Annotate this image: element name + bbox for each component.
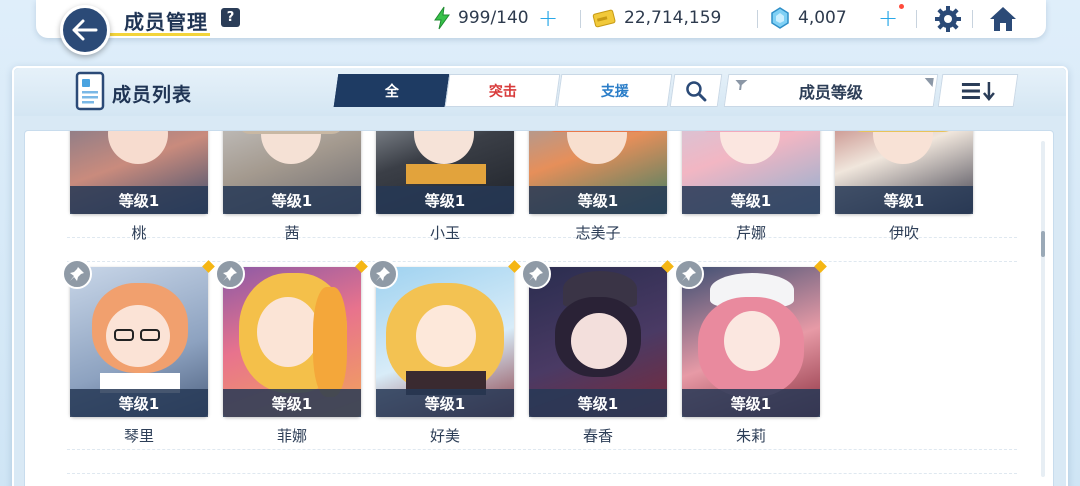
row-divider [67,449,1017,450]
gem-icon [771,7,789,29]
member-name: 菲娜 [276,427,307,445]
stamina-display: 999/140 [432,4,529,32]
member-name: 好美 [429,427,460,445]
member-name: 朱莉 [735,427,766,445]
sort-label: 成员等级 [798,82,863,102]
stamina-value: 999/140 [458,8,529,28]
scrollbar-track[interactable] [1041,141,1045,477]
search-button[interactable] [669,74,723,107]
filter-icon [735,80,748,90]
sort-order-button[interactable] [937,74,1019,107]
level-badge: 等级1 [376,186,514,214]
member-name: 琴里 [123,427,154,445]
level-badge: 等级1 [529,186,667,214]
title-underline [110,33,210,36]
divider [580,10,581,28]
back-button[interactable] [60,5,110,55]
add-gems-button[interactable]: + [878,6,898,30]
member-card-xiaoyu[interactable]: 等级1 小玉 [376,131,514,242]
credits-display: 22,714,159 [592,4,721,32]
credits-value: 22,714,159 [624,8,722,28]
level-badge: 等级1 [529,389,667,417]
level-badge: 等级1 [70,186,208,214]
sort-descending-icon [962,81,995,101]
level-badge: 等级1 [376,389,514,417]
level-badge: 等级1 [682,389,820,417]
member-card-zhuli[interactable]: 等级1 朱莉 [674,259,827,445]
sort-dropdown[interactable]: 成员等级 [723,74,939,107]
member-name: 茜 [284,224,300,242]
pin-icon[interactable] [521,259,551,289]
settings-button[interactable] [933,4,963,34]
member-card-chunxiang[interactable]: 等级1 春香 [521,259,674,445]
add-stamina-button[interactable]: + [538,6,558,30]
level-badge: 等级1 [223,186,361,214]
notification-dot [899,4,904,9]
member-name: 春香 [582,427,613,445]
tab-all[interactable]: 全 [333,74,450,107]
dropdown-corner-icon [923,78,934,87]
gear-icon [935,6,961,32]
credit-card-icon [592,9,616,28]
pin-icon[interactable] [215,259,245,289]
divider [757,10,758,28]
divider [916,10,917,28]
back-arrow-icon [72,19,98,41]
level-badge: 等级1 [835,186,973,214]
member-card-momo[interactable]: 等级1 桃 [70,131,208,242]
member-name: 芹娜 [735,224,766,242]
pin-icon[interactable] [674,259,704,289]
gems-value: 4,007 [798,8,847,28]
pin-icon[interactable] [62,259,92,289]
member-card-shimiko[interactable]: 等级1 志美子 [529,131,667,242]
panel-title: 成员列表 [112,84,193,106]
member-name: 伊吹 [888,224,919,242]
member-card-akane[interactable]: 等级1 茜 [223,131,361,242]
help-button[interactable]: ? [221,8,240,27]
member-list-icon [74,70,106,116]
role-filter-tabs: 全 突击 支援 [333,74,673,107]
member-card-serina[interactable]: 等级1 芹娜 [682,131,820,242]
home-icon [990,7,1016,31]
member-card-kotori[interactable]: 等级1 琴里 [62,259,215,445]
tab-assault[interactable]: 突击 [445,74,561,107]
level-badge: 等级1 [223,389,361,417]
tab-support[interactable]: 支援 [556,74,673,107]
home-button[interactable] [988,4,1018,34]
row-divider [67,473,1017,474]
page-title: 成员管理 [124,10,208,34]
gems-display: 4,007 [770,4,847,32]
pin-icon[interactable] [368,259,398,289]
level-badge: 等级1 [70,389,208,417]
scrollbar-thumb[interactable] [1041,231,1045,257]
divider [972,10,973,28]
search-icon [686,80,707,101]
member-card-fina[interactable]: 等级1 菲娜 [215,259,368,445]
member-name: 小玉 [429,224,460,242]
member-card-ibuki[interactable]: 等级1 伊吹 [835,131,973,242]
lightning-icon [434,6,450,30]
member-card-haomei[interactable]: 等级1 好美 [368,259,521,445]
member-name: 桃 [131,224,147,242]
level-badge: 等级1 [682,186,820,214]
member-list-panel: 成员列表 全 突击 支援 成员等级 等级1 桃 等级1 茜 等级1 小玉 等级1… [12,66,1068,486]
member-grid: 等级1 桃 等级1 茜 等级1 小玉 等级1 志美子 等级1 芹娜 等级1 伊吹… [24,130,1054,486]
member-name: 志美子 [575,224,621,242]
